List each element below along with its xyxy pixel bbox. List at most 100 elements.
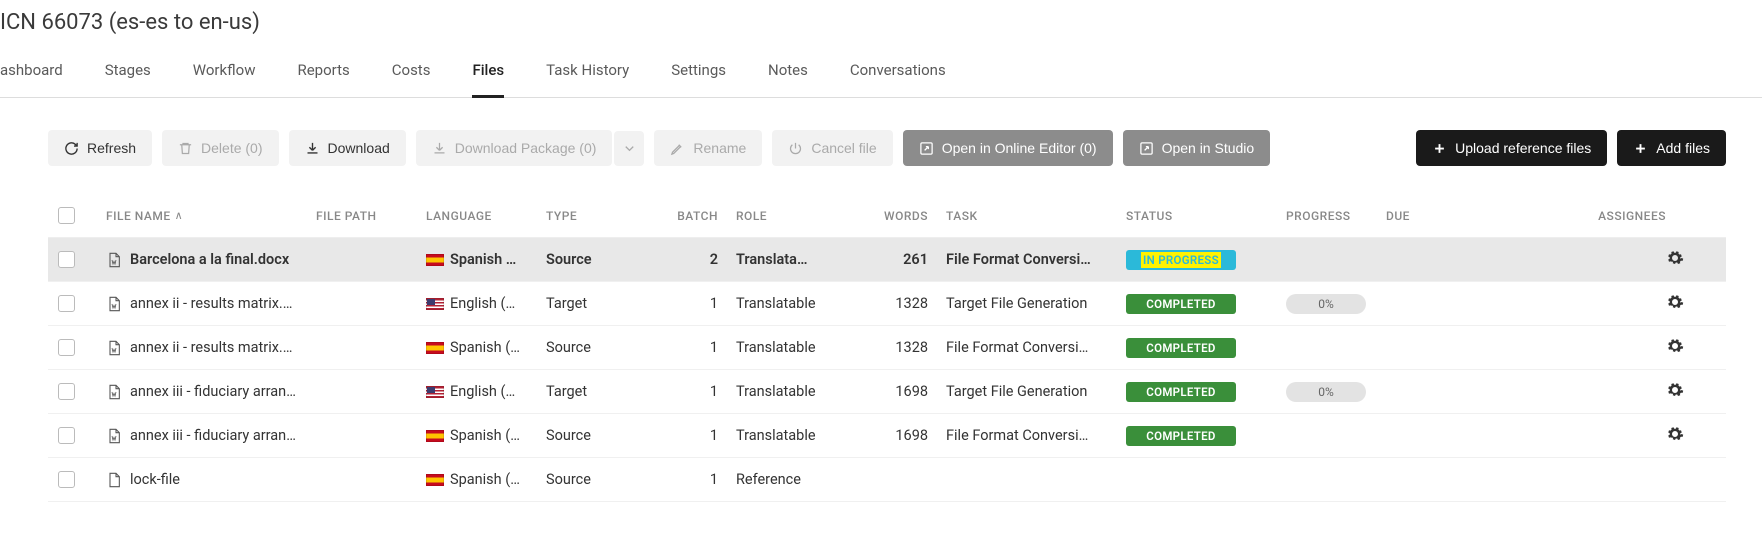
tab-notes[interactable]: Notes xyxy=(768,49,808,97)
delete-button[interactable]: Delete (0) xyxy=(162,130,278,166)
tab-stages[interactable]: Stages xyxy=(105,49,151,97)
select-all-checkbox[interactable] xyxy=(58,207,75,224)
rename-label: Rename xyxy=(693,140,746,156)
batch-cell: 1 xyxy=(646,339,736,356)
table-row[interactable]: annex ii - results matrix.…English (…Tar… xyxy=(48,282,1726,326)
upload-reference-button[interactable]: Upload reference files xyxy=(1416,130,1607,166)
status-cell: COMPLETED xyxy=(1126,382,1286,402)
gear-icon xyxy=(1666,381,1684,399)
tab-ashboard[interactable]: ashboard xyxy=(0,49,63,97)
tab-workflow[interactable]: Workflow xyxy=(193,49,256,97)
language-text: English (… xyxy=(450,383,515,400)
toolbar: Refresh Delete (0) Download Download Pac… xyxy=(48,130,1726,166)
col-batch[interactable]: BATCH xyxy=(646,209,736,223)
status-badge: COMPLETED xyxy=(1126,294,1236,314)
role-cell: Translatable xyxy=(736,383,856,400)
row-actions[interactable] xyxy=(1666,337,1716,359)
type-cell: Source xyxy=(546,427,646,444)
table-row[interactable]: annex iii - fiduciary arran…English (…Ta… xyxy=(48,370,1726,414)
col-role[interactable]: ROLE xyxy=(736,209,856,223)
col-task[interactable]: TASK xyxy=(946,209,1126,223)
table-header: FILE NAME ∧ FILE PATH LANGUAGE TYPE BATC… xyxy=(48,194,1726,238)
row-actions[interactable] xyxy=(1666,425,1716,447)
col-type[interactable]: TYPE xyxy=(546,209,646,223)
table-row[interactable]: lock-fileSpanish (…Source1Reference xyxy=(48,458,1726,502)
col-words[interactable]: WORDS xyxy=(856,209,946,223)
download-icon xyxy=(432,141,447,156)
row-actions[interactable] xyxy=(1666,249,1716,271)
tab-reports[interactable]: Reports xyxy=(297,49,349,97)
download-package-dropdown[interactable] xyxy=(614,131,644,166)
row-checkbox[interactable] xyxy=(58,339,75,356)
flag-us-icon xyxy=(426,386,444,398)
col-language[interactable]: LANGUAGE xyxy=(426,209,546,223)
download-icon xyxy=(305,141,320,156)
progress-cell: 0% xyxy=(1286,382,1386,402)
external-icon xyxy=(1139,141,1154,156)
words-cell: 1328 xyxy=(856,339,946,356)
row-actions[interactable] xyxy=(1666,381,1716,403)
role-cell: Reference xyxy=(736,471,856,488)
page-title: ICN 66073 (es-es to en-us) xyxy=(0,0,1762,49)
row-checkbox[interactable] xyxy=(58,471,75,488)
download-package-button[interactable]: Download Package (0) xyxy=(416,130,613,166)
col-file-path[interactable]: FILE PATH xyxy=(316,209,426,223)
flag-es-icon xyxy=(426,430,444,442)
col-file-name[interactable]: FILE NAME ∧ xyxy=(106,209,316,223)
row-checkbox[interactable] xyxy=(58,383,75,400)
sort-asc-icon: ∧ xyxy=(175,209,184,222)
gear-icon xyxy=(1666,249,1684,267)
type-cell: Source xyxy=(546,251,646,268)
row-checkbox[interactable] xyxy=(58,427,75,444)
col-assignees[interactable]: ASSIGNEES xyxy=(1466,209,1666,223)
col-file-name-label: FILE NAME xyxy=(106,209,171,223)
language-cell: Spanish (… xyxy=(426,427,546,444)
col-progress[interactable]: PROGRESS xyxy=(1286,209,1386,223)
col-status[interactable]: STATUS xyxy=(1126,209,1286,223)
language-text: English (… xyxy=(450,295,515,312)
open-online-editor-button[interactable]: Open in Online Editor (0) xyxy=(903,130,1113,166)
refresh-icon xyxy=(64,141,79,156)
language-text: Spanish (… xyxy=(450,339,520,356)
table-row[interactable]: Barcelona a la final.docxSpanish …Source… xyxy=(48,238,1726,282)
table-row[interactable]: annex ii - results matrix.…Spanish (…Sou… xyxy=(48,326,1726,370)
language-text: Spanish … xyxy=(450,251,516,268)
rename-button[interactable]: Rename xyxy=(654,130,762,166)
flag-es-icon xyxy=(426,342,444,354)
open-studio-button[interactable]: Open in Studio xyxy=(1123,130,1271,166)
pencil-icon xyxy=(670,141,685,156)
role-cell: Translatable xyxy=(736,427,856,444)
role-cell: Translatable xyxy=(736,295,856,312)
plus-icon xyxy=(1633,141,1648,156)
file-icon xyxy=(106,471,122,489)
row-actions[interactable] xyxy=(1666,293,1716,315)
row-checkbox[interactable] xyxy=(58,251,75,268)
tab-settings[interactable]: Settings xyxy=(671,49,726,97)
progress-pill: 0% xyxy=(1286,294,1366,314)
role-cell: Translata… xyxy=(736,251,856,268)
status-badge: COMPLETED xyxy=(1126,382,1236,402)
status-badge: COMPLETED xyxy=(1126,338,1236,358)
add-files-button[interactable]: Add files xyxy=(1617,130,1726,166)
col-due[interactable]: DUE xyxy=(1386,209,1466,223)
task-cell: File Format Conversi… xyxy=(946,427,1126,444)
row-checkbox[interactable] xyxy=(58,295,75,312)
file-name-text: lock-file xyxy=(130,471,180,488)
tab-task-history[interactable]: Task History xyxy=(546,49,629,97)
file-name-text: annex iii - fiduciary arran… xyxy=(130,383,296,400)
tab-conversations[interactable]: Conversations xyxy=(850,49,946,97)
refresh-label: Refresh xyxy=(87,140,136,156)
download-button[interactable]: Download xyxy=(289,130,406,166)
word-doc-icon xyxy=(106,251,122,269)
language-text: Spanish (… xyxy=(450,427,520,444)
tab-costs[interactable]: Costs xyxy=(392,49,431,97)
refresh-button[interactable]: Refresh xyxy=(48,130,152,166)
tab-files[interactable]: Files xyxy=(472,49,504,98)
flag-es-icon xyxy=(426,474,444,486)
word-doc-icon xyxy=(106,339,122,357)
cancel-file-button[interactable]: Cancel file xyxy=(772,130,892,166)
table-row[interactable]: annex iii - fiduciary arran…Spanish (…So… xyxy=(48,414,1726,458)
files-table: FILE NAME ∧ FILE PATH LANGUAGE TYPE BATC… xyxy=(48,194,1726,502)
status-cell: COMPLETED xyxy=(1126,338,1286,358)
language-cell: English (… xyxy=(426,383,546,400)
